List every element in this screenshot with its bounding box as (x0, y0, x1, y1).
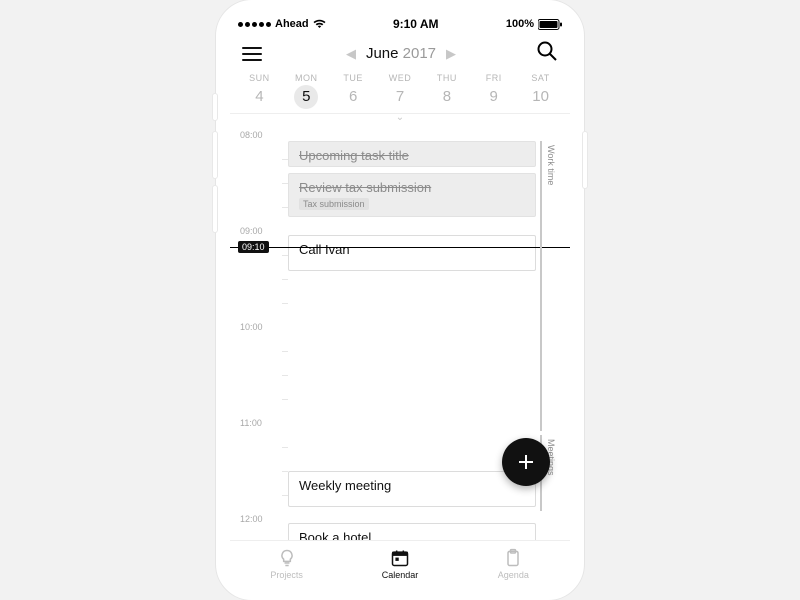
clipboard-icon (503, 548, 523, 568)
tab-label: Calendar (382, 570, 419, 580)
event-tag: Tax submission (299, 198, 369, 210)
battery-percent: 100% (506, 18, 534, 30)
sidebar-work-time[interactable]: Work time (540, 141, 556, 431)
event-review[interactable]: Review tax submission Tax submission (288, 173, 536, 217)
day-thu[interactable]: THU8 (423, 73, 470, 109)
timeline[interactable]: 08:00 09:00 10:00 11:00 12:00 Upcoming t… (230, 127, 570, 540)
battery-icon (538, 19, 562, 30)
month-label: June (366, 45, 399, 62)
wifi-icon (313, 19, 326, 29)
hour-label: 12:00 (240, 514, 263, 524)
event-book-hotel[interactable]: Book a hotel (288, 523, 536, 540)
plus-icon (516, 452, 536, 472)
carrier-label: Ahead (275, 18, 309, 30)
add-button[interactable] (502, 438, 550, 486)
hour-label: 11:00 (240, 418, 262, 428)
event-title: Weekly meeting (299, 478, 391, 493)
event-upcoming[interactable]: Upcoming task title (288, 141, 536, 167)
hour-label: 09:00 (240, 226, 263, 236)
tab-projects[interactable]: Projects (230, 541, 343, 586)
day-sun[interactable]: SUN4 (236, 73, 283, 109)
event-title: Call Ivan (299, 242, 350, 257)
event-title: Upcoming task title (299, 148, 409, 163)
search-icon[interactable] (536, 40, 558, 67)
hour-label: 10:00 (240, 322, 263, 332)
menu-icon[interactable] (242, 42, 266, 66)
year-label: 2017 (403, 45, 436, 62)
event-weekly-meeting[interactable]: Weekly meeting (288, 471, 536, 507)
tab-calendar[interactable]: Calendar (343, 541, 456, 586)
collapse-week-icon[interactable]: ⌄ (230, 112, 570, 123)
now-line (230, 247, 570, 248)
week-row: SUN4 MON5 TUE6 WED7 THU8 FRI9 SAT10 (230, 71, 570, 114)
day-mon[interactable]: MON5 (283, 73, 330, 109)
prev-month-icon[interactable]: ◀ (346, 46, 356, 62)
header-bar: ◀ June 2017 ▶ (230, 34, 570, 71)
month-picker[interactable]: ◀ June 2017 ▶ (346, 45, 456, 62)
next-month-icon[interactable]: ▶ (446, 46, 456, 62)
day-tue[interactable]: TUE6 (330, 73, 377, 109)
tab-label: Agenda (498, 570, 529, 580)
day-wed[interactable]: WED7 (377, 73, 424, 109)
day-sat[interactable]: SAT10 (517, 73, 564, 109)
tab-agenda[interactable]: Agenda (457, 541, 570, 586)
calendar-icon (390, 548, 410, 568)
day-fri[interactable]: FRI9 (470, 73, 517, 109)
event-call-ivan[interactable]: Call Ivan (288, 235, 536, 271)
status-time: 9:10 AM (393, 17, 439, 31)
tab-bar: Projects Calendar Agenda (230, 540, 570, 586)
event-title: Book a hotel (299, 530, 371, 540)
lightbulb-icon (277, 548, 297, 568)
hour-label: 08:00 (240, 130, 263, 140)
tab-label: Projects (270, 570, 303, 580)
status-bar: Ahead 9:10 AM 100% (230, 14, 570, 34)
event-title: Review tax submission (299, 180, 431, 195)
now-badge: 09:10 (238, 241, 269, 253)
signal-dots-icon (238, 22, 271, 27)
